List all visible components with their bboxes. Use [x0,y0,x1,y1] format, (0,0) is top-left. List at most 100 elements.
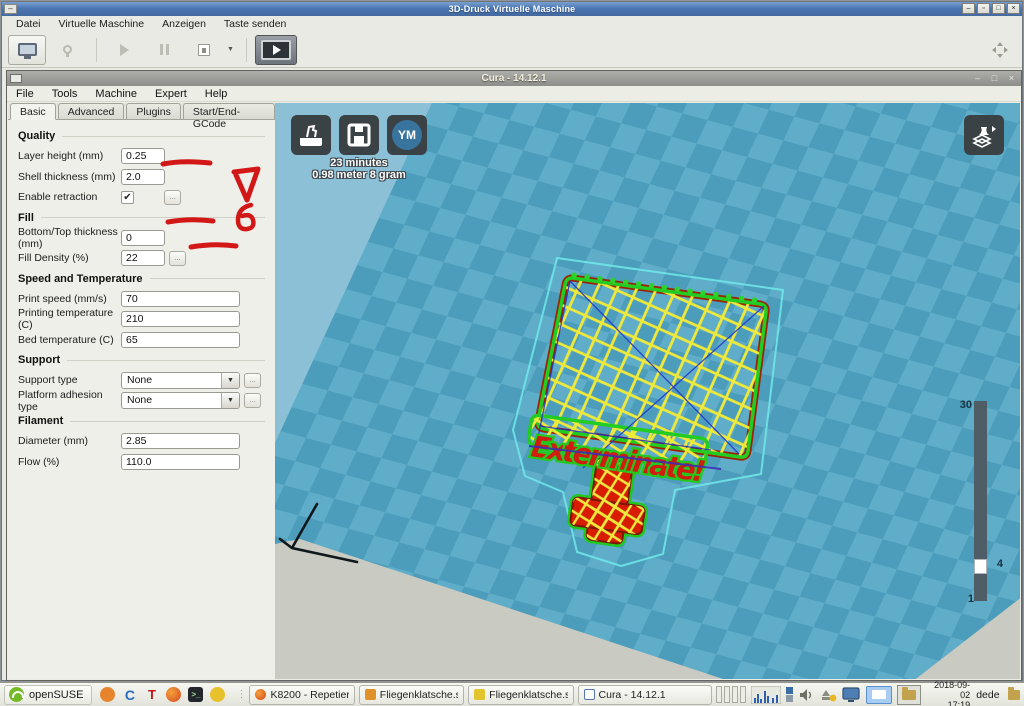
taskbar-separator: ⋮ [236,689,247,700]
task-window-scad-editor[interactable]: Fliegenklatsche.scad — ... [358,684,465,705]
cura-menu-file[interactable]: File [7,88,43,100]
section-quality: Quality [14,126,267,146]
fill-density-more-button[interactable]: ... [169,250,186,266]
vm-play-button[interactable] [105,35,143,65]
bed-temperature-label: Bed temperature (C) [18,333,114,346]
layer-height-input[interactable] [121,148,165,165]
model-fliegenklatsche[interactable]: Exterminate! [473,236,903,606]
vm-titlebar: – 3D-Druck Virtuelle Maschine – ▫ □ × [2,2,1022,16]
shell-thickness-input[interactable] [121,168,165,185]
vm-screenshot-button[interactable] [185,35,223,65]
system-tray [716,684,922,705]
save-toolpath-button[interactable] [339,115,379,155]
support-type-select[interactable]: None ▼ [121,371,240,389]
show-desktop-button[interactable] [866,685,893,704]
tab-basic[interactable]: Basic [10,103,56,120]
vm-menu-virtuelle-maschine[interactable]: Virtuelle Maschine [51,17,153,31]
vm-menu-datei[interactable]: Datei [8,17,49,31]
cura-menu-tools[interactable]: Tools [43,88,87,100]
cura-menu-machine[interactable]: Machine [86,88,146,100]
vm-pause-button[interactable] [145,35,183,65]
printing-temperature-label: Printing temperature (C) [18,307,114,332]
launcher-icon-thunderbird[interactable] [100,687,116,702]
system-load-graph[interactable] [751,685,782,704]
vm-menubar: Datei Virtuelle Maschine Anzeigen Taste … [2,16,1022,32]
launcher-icon-firefox[interactable] [166,687,182,702]
window-icon [583,689,595,700]
bed-temperature-input[interactable] [121,331,240,348]
bottom-top-thickness-input[interactable] [121,229,165,246]
view-mode-button[interactable] [964,115,1004,155]
vm-shade-button[interactable]: – [962,3,975,14]
chevron-down-icon[interactable]: ▼ [227,46,234,53]
cura-close-button[interactable]: × [1006,73,1017,84]
cura-maximize-button[interactable]: □ [989,73,1000,84]
taskbar: openSUSE C T >_ ⋮ K8200 - Repetier-Serve… [0,680,1024,706]
platform-adhesion-more-button[interactable]: ... [244,393,261,409]
printing-temperature-input[interactable] [121,311,240,328]
print-speed-input[interactable] [121,290,240,307]
cura-minimize-button[interactable]: – [972,73,983,84]
launcher-icon-chromium[interactable]: C [122,687,137,703]
share-youmagine-button[interactable]: YM [387,115,427,155]
quick-launch: C T >_ [100,687,226,703]
clock-time: 17:19 [947,699,971,706]
load-model-button[interactable] [291,115,331,155]
volume-icon[interactable] [798,687,814,703]
youmagine-icon: YM [392,120,422,150]
tab-start-end-gcode[interactable]: Start/End-GCode [182,103,275,130]
application-launcher-button[interactable]: openSUSE [4,684,93,705]
tab-advanced[interactable]: Advanced [57,103,125,119]
pager-widget[interactable] [716,686,747,703]
folder-icon [902,686,917,700]
tab-plugins[interactable]: Plugins [126,103,181,119]
layer-height-label: Layer height (mm) [18,150,104,163]
vm-display-button[interactable] [8,34,46,65]
enable-retraction-checkbox[interactable]: ✔ [121,190,134,204]
launcher-icon-app[interactable] [210,687,226,702]
cura-menu-expert[interactable]: Expert [146,88,196,100]
workspace-widget[interactable] [786,687,794,702]
clipboard-widget[interactable] [897,684,922,705]
fill-density-input[interactable] [121,250,165,267]
vm-minimize-button[interactable]: ▫ [977,3,990,14]
3d-viewport[interactable]: Exterminate! YM 23 minutes 0.98 meter 8 … [275,103,1020,679]
print-load-icon [300,124,322,146]
chevron-down-icon[interactable]: ▼ [221,393,239,409]
screenshot-icon [198,43,210,56]
folder-icon[interactable] [1007,686,1020,700]
vm-menu-taste-senden[interactable]: Taste senden [216,17,294,31]
console-screen-icon [260,39,291,60]
task-window-repetier[interactable]: K8200 - Repetier-Server Fr... [249,684,355,705]
task-window-scad-file[interactable]: Fliegenklatsche.scad - /ho... [468,684,574,705]
vm-rollup-button[interactable]: – [4,4,17,14]
floppy-save-icon [347,123,371,147]
vm-close-button[interactable]: × [1007,3,1020,14]
fullscreen-arrows-icon[interactable] [992,42,1008,58]
chevron-down-icon[interactable]: ▼ [221,372,239,388]
layer-slider-handle[interactable] [974,559,987,574]
device-notifier-icon[interactable] [819,687,837,703]
section-fill: Fill [14,208,267,228]
cura-menu-help[interactable]: Help [196,88,237,100]
display-settings-icon[interactable] [842,686,861,703]
vm-menu-anzeigen[interactable]: Anzeigen [154,17,214,31]
task-window-cura[interactable]: Cura - 14.12.1 [577,684,713,705]
support-type-more-button[interactable]: ... [244,372,261,388]
platform-adhesion-select[interactable]: None ▼ [121,392,240,410]
launcher-icon-tool[interactable]: T [144,687,159,702]
retraction-more-button[interactable]: ... [164,189,181,205]
scad-file-icon [364,689,376,700]
vm-console-button[interactable] [254,34,297,65]
clock-widget[interactable]: 2018-09-02 17:19 [929,680,970,706]
layer-slider[interactable] [974,401,987,601]
platform-adhesion-label: Platform adhesion type [18,388,103,413]
launcher-icon-terminal[interactable]: >_ [188,687,204,702]
vm-maximize-button[interactable]: □ [992,3,1005,14]
vm-power-button[interactable] [48,35,86,65]
filament-diameter-input[interactable] [121,433,240,450]
bottom-top-thickness-label: Bottom/Top thickness (mm) [18,225,118,250]
filament-flow-input[interactable] [121,453,240,470]
layer-current-label: 4 [996,558,1003,570]
firefox-icon [255,689,267,700]
